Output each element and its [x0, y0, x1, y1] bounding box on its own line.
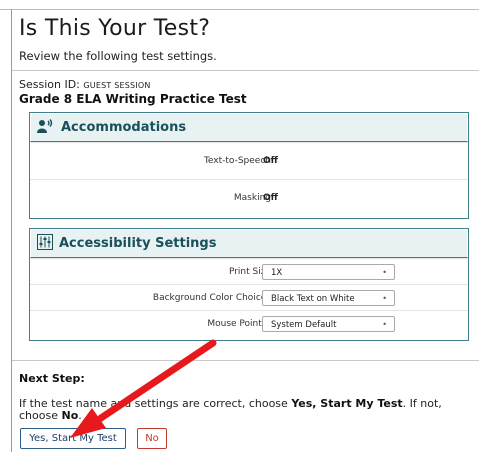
- accessibility-panel: Accessibility Settings Print Size 1X • B…: [29, 228, 469, 341]
- accessibility-title: Accessibility Settings: [59, 236, 217, 251]
- background-color-select[interactable]: Black Text on White •: [262, 289, 395, 306]
- chevron-down-icon: •: [382, 319, 387, 329]
- test-name: Grade 8 ELA Writing Practice Test: [19, 92, 247, 106]
- select-value: System Default: [271, 319, 337, 330]
- divider: [12, 70, 479, 71]
- next-step-instructions: If the test name and settings are correc…: [19, 397, 442, 422]
- next-step-heading: Next Step:: [19, 372, 85, 385]
- speaking-person-icon: [37, 118, 55, 137]
- accommodations-title: Accommodations: [61, 120, 187, 135]
- divider: [12, 360, 479, 361]
- accommodations-header: Accommodations: [30, 113, 468, 142]
- setting-row-background-color: Background Color Choices Black Text on W…: [30, 284, 468, 310]
- session-label: Session ID:: [19, 78, 80, 91]
- accommodations-panel: Accommodations Text-to-Speech Off Maskin…: [29, 112, 469, 219]
- no-button[interactable]: No: [137, 428, 167, 449]
- setting-value: Off: [263, 156, 278, 166]
- yes-emphasis: Yes, Start My Test: [291, 397, 403, 410]
- page-subtitle: Review the following test settings.: [19, 49, 217, 63]
- select-value: 1X: [271, 267, 283, 278]
- yes-start-test-button[interactable]: Yes, Start My Test: [20, 428, 126, 449]
- select-value: Black Text on White: [271, 293, 355, 304]
- mouse-pointer-select[interactable]: System Default •: [262, 315, 395, 332]
- setting-row-mouse-pointer: Mouse Pointer System Default •: [30, 310, 468, 336]
- setting-value: Off: [263, 193, 278, 203]
- sliders-icon: [37, 233, 53, 254]
- no-emphasis: No: [61, 409, 79, 422]
- session-info: Session ID: GUEST SESSION: [19, 78, 151, 91]
- chevron-down-icon: •: [382, 293, 387, 303]
- setting-row-print-size: Print Size 1X •: [30, 258, 468, 284]
- setting-row-text-to-speech: Text-to-Speech Off: [30, 142, 468, 179]
- accessibility-header: Accessibility Settings: [30, 229, 468, 258]
- setting-label: Background Color Choices: [152, 292, 271, 303]
- chevron-down-icon: •: [382, 267, 387, 277]
- setting-label: Text-to-Speech: [203, 156, 271, 166]
- setting-row-masking: Masking Off: [30, 179, 468, 216]
- page-title: Is This Your Test?: [19, 16, 211, 41]
- print-size-select[interactable]: 1X •: [262, 263, 395, 280]
- session-id: GUEST SESSION: [83, 81, 151, 90]
